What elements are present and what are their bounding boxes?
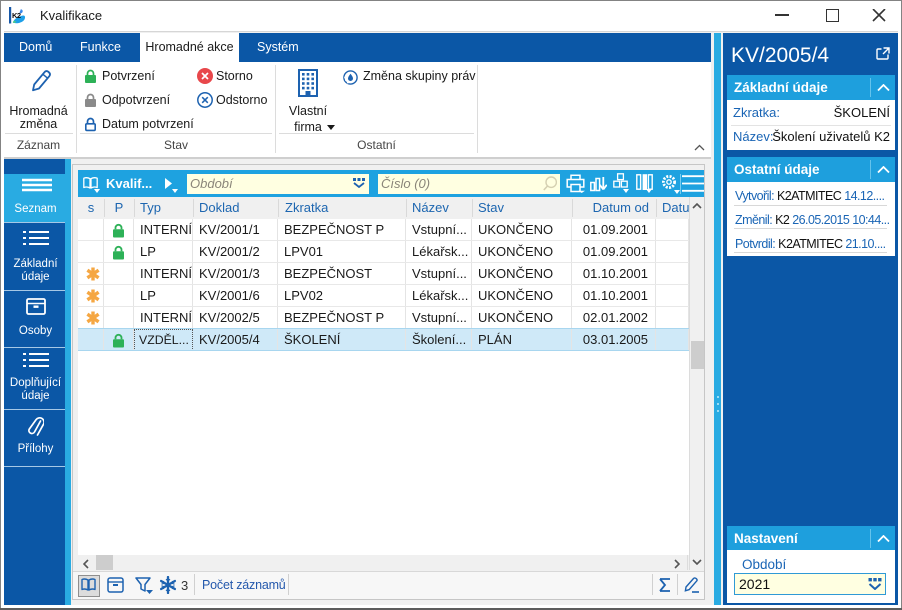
svg-text:K2: K2 [12, 11, 21, 20]
